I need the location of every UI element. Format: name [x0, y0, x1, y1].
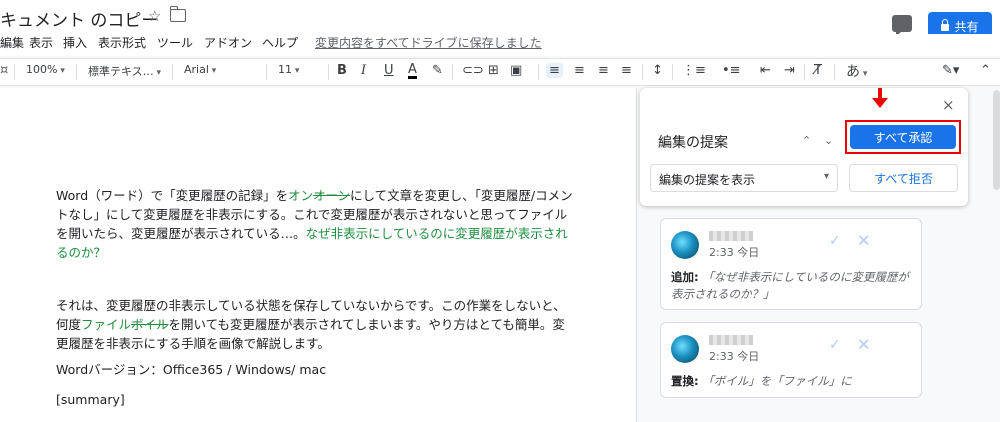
underline-icon[interactable]: U — [384, 63, 394, 78]
menu-insert[interactable]: 挿入 — [63, 34, 87, 51]
menu-edit[interactable]: 編集 — [0, 34, 24, 51]
suggestion-text: 追加: 「なぜ非表示にしているのに変更履歴が表示されるのか？」 — [671, 269, 911, 303]
suggestion-content: 「なぜ非表示にしているのに変更履歴が表示されるのか？」 — [671, 270, 909, 301]
suggestion-action: 置換: — [671, 374, 699, 388]
reject-all-button[interactable]: すべて拒否 — [849, 164, 958, 192]
toolbar-divider — [834, 64, 835, 80]
comment-history-icon[interactable] — [892, 15, 912, 37]
toolbar-divider — [76, 64, 77, 80]
menu-addons[interactable]: アドオン — [204, 34, 252, 51]
collapse-toolbar-icon[interactable]: ⌃ — [980, 63, 991, 78]
accept-all-button[interactable]: すべて承認 — [850, 125, 956, 149]
align-right-icon[interactable]: ≡ — [598, 63, 609, 78]
lock-icon — [941, 19, 950, 31]
arrow-down-icon — [872, 88, 888, 108]
suggestion-card[interactable]: 2:33 今日 ✓ ✕ 置換: 「ボイル」を「ファイル」に — [660, 322, 922, 398]
bold-icon[interactable]: B — [337, 63, 347, 78]
suggestions-panel: × 編集の提案 ⌃ ⌄ すべて承認 編集の提案を表示 すべて拒否 — [640, 88, 968, 206]
toolbar-divider — [266, 64, 267, 80]
decrease-indent-icon[interactable]: ⇤ — [760, 63, 771, 78]
clear-formatting-icon[interactable]: T̸ — [814, 63, 822, 78]
toolbar-divider — [642, 64, 643, 80]
toolbar-divider — [14, 64, 15, 80]
suggestion-action: 追加: — [671, 270, 699, 284]
suggestion-card[interactable]: 2:33 今日 ✓ ✕ 追加: 「なぜ非表示にしているのに変更履歴が表示されるの… — [660, 218, 922, 310]
menu-help[interactable]: ヘルプ — [262, 34, 298, 51]
font-size-select[interactable]: 11 — [278, 63, 318, 76]
user-name-blurred — [709, 231, 753, 241]
toolbar-divider — [172, 64, 173, 80]
document-page[interactable]: Word（ワード）で「変更履歴の記録」をオンオーンにして文章を変更し、「変更履歴… — [0, 88, 637, 422]
text-color-icon[interactable]: A — [408, 63, 417, 79]
chevron-down-icon[interactable]: ⌄ — [824, 134, 833, 147]
suggestions-title: 編集の提案 — [658, 135, 728, 151]
highlight-icon[interactable]: ✎ — [432, 63, 443, 78]
toolbar-divider — [452, 64, 453, 80]
user-name-blurred — [709, 335, 753, 345]
numbered-list-icon[interactable]: ⋮≡ — [682, 63, 706, 78]
suggestion-content: 「ボイル」を「ファイル」に — [702, 374, 852, 388]
toolbar-divider — [538, 64, 539, 80]
chevron-up-icon[interactable]: ⌃ — [802, 134, 811, 147]
toolbar-divider — [672, 64, 673, 80]
document-title[interactable]: キュメント のコピー — [0, 6, 158, 31]
close-icon[interactable]: × — [942, 96, 955, 114]
insert-image-icon[interactable]: ▣ — [510, 63, 522, 78]
paragraph-3: Wordバージョン：Office365 / Windows/ mac — [56, 362, 327, 377]
menu-tools[interactable]: ツール — [157, 34, 193, 51]
accept-suggestion-icon[interactable]: ✓ — [829, 233, 841, 249]
align-left-icon[interactable]: ≡ — [546, 63, 563, 78]
accept-suggestion-icon[interactable]: ✓ — [829, 337, 841, 353]
bulleted-list-icon[interactable]: •≡ — [722, 63, 741, 78]
title-bar: キュメント のコピー ☆ 共有 — [0, 0, 1000, 40]
link-icon[interactable]: ⊂⊃ — [462, 63, 484, 78]
zoom-select[interactable]: 100% — [26, 63, 65, 76]
line-spacing-icon[interactable]: ↕ — [652, 63, 663, 78]
paragraph-1: Word（ワード）で「変更履歴の記録」をオンオーンにして文章を変更し、「変更履歴… — [56, 186, 576, 262]
align-center-icon[interactable]: ≡ — [574, 63, 585, 78]
input-tools-select[interactable]: あ — [846, 61, 867, 81]
toolbar-divider — [328, 64, 329, 80]
save-status-link[interactable]: 変更内容をすべてドライブに保存しました — [315, 34, 542, 51]
paint-format-icon[interactable]: ¤ — [0, 63, 8, 78]
reject-suggestion-icon[interactable]: ✕ — [857, 231, 870, 250]
menu-bar: 編集 表示 挿入 表示形式 ツール アドオン ヘルプ 変更内容をすべてドライブに… — [0, 34, 1000, 56]
star-icon[interactable]: ☆ — [148, 7, 161, 25]
suggested-deletion[interactable]: ボイル — [131, 317, 169, 332]
suggestion-text: 置換: 「ボイル」を「ファイル」に — [671, 373, 911, 390]
paragraph-2: それは、変更履歴の非表示している状態を保存していないからです。この作業をしないと… — [56, 296, 576, 353]
italic-icon[interactable]: I — [361, 63, 366, 78]
reject-suggestion-icon[interactable]: ✕ — [857, 335, 870, 354]
suggested-deletion[interactable]: オーン — [313, 188, 350, 203]
accept-all-highlight: すべて承認 — [845, 120, 961, 154]
paragraph-4: [summary] — [56, 392, 125, 407]
add-comment-icon[interactable]: ⊞ — [488, 63, 499, 78]
scrollbar[interactable] — [993, 90, 1000, 190]
align-justify-icon[interactable]: ≡ — [621, 63, 632, 78]
increase-indent-icon[interactable]: ⇥ — [784, 63, 795, 78]
avatar — [671, 231, 699, 259]
text-segment: Word（ワード）で「変更履歴の記録」を — [56, 188, 289, 203]
toolbar: ¤ 100% 標準テキス… Arial 11 B I U A ✎ ⊂⊃ ⊞ ▣ … — [0, 58, 1000, 86]
menu-view[interactable]: 表示 — [29, 34, 53, 51]
timestamp: 2:33 今日 — [709, 350, 760, 363]
style-select[interactable]: 標準テキス… — [88, 63, 161, 79]
share-label: 共有 — [954, 19, 979, 34]
menu-format[interactable]: 表示形式 — [98, 34, 146, 51]
suggested-insertion[interactable]: オン — [288, 188, 313, 203]
suggested-insertion[interactable]: ファイル — [81, 317, 131, 332]
font-select[interactable]: Arial — [184, 63, 254, 76]
avatar — [671, 335, 699, 363]
folder-icon[interactable] — [169, 6, 186, 22]
editing-mode-icon[interactable]: ✎▾ — [942, 63, 959, 78]
toolbar-divider — [804, 64, 805, 80]
timestamp: 2:33 今日 — [709, 246, 760, 259]
view-suggestions-select[interactable]: 編集の提案を表示 — [650, 164, 838, 192]
